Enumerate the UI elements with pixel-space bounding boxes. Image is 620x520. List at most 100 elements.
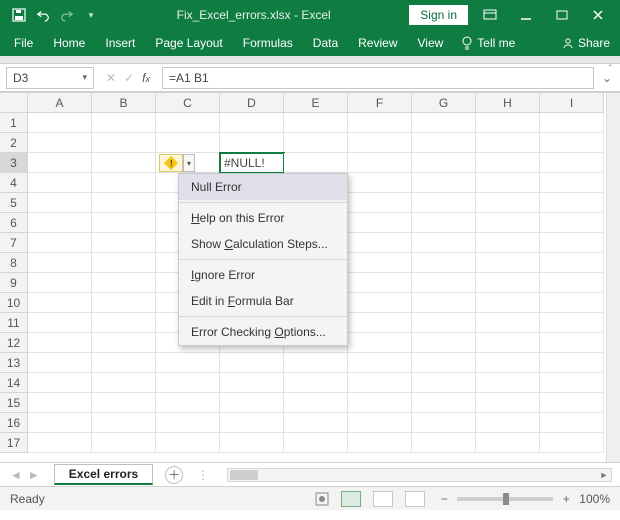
chevron-down-icon[interactable]: ▾ (82, 72, 87, 83)
app-name: Excel (301, 8, 330, 22)
column-header[interactable]: H (476, 93, 540, 113)
scroll-thumb[interactable] (230, 470, 258, 480)
cancel-formula-icon[interactable]: ✕ (106, 71, 116, 85)
row-header[interactable]: 12 (0, 333, 28, 353)
minimize-icon[interactable] (512, 0, 540, 30)
tab-insert[interactable]: Insert (95, 30, 145, 56)
zoom-control: − + 100% (437, 492, 610, 506)
menu-item-error-checking-options[interactable]: Error Checking Options... (179, 319, 347, 345)
select-all-corner[interactable] (0, 93, 28, 113)
row-header[interactable]: 9 (0, 273, 28, 293)
tell-me-label: Tell me (477, 36, 515, 50)
row-header[interactable]: 7 (0, 233, 28, 253)
maximize-icon[interactable] (548, 0, 576, 30)
row-header[interactable]: 6 (0, 213, 28, 233)
column-header[interactable]: D (220, 93, 284, 113)
menu-item-show-calc-steps[interactable]: Show Calculation Steps... (179, 231, 347, 257)
ribbon-display-options-icon[interactable] (476, 0, 504, 30)
column-header[interactable]: C (156, 93, 220, 113)
column-header[interactable]: A (28, 93, 92, 113)
formula-bar-buttons: ✕ ✓ fx (100, 71, 156, 85)
title-bar: ▾ Fix_Excel_errors.xlsx - Excel Sign in (0, 0, 620, 30)
formula-bar-input[interactable]: =A1 B1 (162, 67, 594, 89)
share-label: Share (578, 36, 610, 50)
undo-icon[interactable] (36, 8, 50, 22)
menu-item-ignore-error[interactable]: Ignore Error (179, 262, 347, 288)
tab-formulas[interactable]: Formulas (233, 30, 303, 56)
ribbon-collapse-icon[interactable]: ˇ (609, 64, 612, 75)
share-button[interactable]: Share (552, 36, 620, 50)
insert-function-icon[interactable]: fx (142, 71, 150, 85)
menu-item-help-on-error[interactable]: Help on this Error (179, 205, 347, 231)
row-header[interactable]: 5 (0, 193, 28, 213)
row-header[interactable]: 15 (0, 393, 28, 413)
lightbulb-icon (461, 36, 473, 50)
column-headers: A B C D E F G H I (28, 93, 606, 113)
name-box-value: D3 (13, 71, 28, 85)
error-trace-button[interactable]: ! (159, 154, 183, 172)
tab-review[interactable]: Review (348, 30, 407, 56)
column-header[interactable]: I (540, 93, 604, 113)
scroll-right-icon[interactable]: ► (597, 469, 611, 481)
row-header[interactable]: 8 (0, 253, 28, 273)
redo-icon[interactable] (60, 8, 74, 22)
sign-in-button[interactable]: Sign in (409, 5, 468, 25)
tab-data[interactable]: Data (303, 30, 348, 56)
menu-item-label: Show Calculation Steps... (191, 237, 328, 251)
view-page-break-icon[interactable] (405, 491, 425, 507)
tell-me[interactable]: Tell me (453, 36, 523, 50)
column-header[interactable]: E (284, 93, 348, 113)
formula-value: =A1 B1 (169, 71, 209, 85)
sheet-tab-active[interactable]: Excel errors (54, 464, 153, 485)
row-header[interactable]: 2 (0, 133, 28, 153)
vertical-scrollbar[interactable] (606, 93, 620, 462)
name-box[interactable]: D3 ▾ (6, 67, 94, 89)
menu-item-label: Edit in Formula Bar (191, 294, 294, 308)
menu-separator (179, 259, 347, 260)
sheet-prev-icon[interactable]: ◄ (10, 468, 22, 482)
horizontal-scrollbar[interactable]: ◄ ► (227, 468, 612, 482)
qat-customize-icon[interactable]: ▾ (84, 8, 98, 22)
menu-item-edit-formula-bar[interactable]: Edit in Formula Bar (179, 288, 347, 314)
column-header[interactable]: B (92, 93, 156, 113)
sheet-nav: ◄ ► (0, 468, 50, 482)
view-page-layout-icon[interactable] (373, 491, 393, 507)
status-mode: Ready (10, 492, 45, 506)
row-header[interactable]: 13 (0, 353, 28, 373)
close-icon[interactable] (584, 0, 612, 30)
menu-item-label: Error Checking Options... (191, 325, 326, 339)
tab-home[interactable]: Home (43, 30, 95, 56)
column-header[interactable]: F (348, 93, 412, 113)
view-normal-icon[interactable] (341, 491, 361, 507)
row-header[interactable]: 11 (0, 313, 28, 333)
record-macro-icon[interactable] (315, 492, 329, 506)
zoom-out-button[interactable]: − (437, 492, 451, 506)
error-trace-dropdown[interactable]: ▾ (183, 154, 195, 172)
error-context-menu: Null Error Help on this Error Show Calcu… (178, 173, 348, 346)
sheet-tab-divider: ⋮ (189, 468, 209, 482)
zoom-value[interactable]: 100% (579, 492, 610, 506)
zoom-in-button[interactable]: + (559, 492, 573, 506)
row-header[interactable]: 1 (0, 113, 28, 133)
window-title: Fix_Excel_errors.xlsx - Excel (98, 8, 409, 22)
tab-page-layout[interactable]: Page Layout (145, 30, 232, 56)
new-sheet-button[interactable]: ＋ (165, 466, 183, 484)
row-header[interactable]: 16 (0, 413, 28, 433)
tab-file[interactable]: File (4, 30, 43, 56)
sheet-next-icon[interactable]: ► (28, 468, 40, 482)
menu-item-null-error[interactable]: Null Error (179, 174, 347, 200)
row-header[interactable]: 17 (0, 433, 28, 453)
row-header[interactable]: 10 (0, 293, 28, 313)
cell-D3[interactable]: #NULL! (220, 153, 284, 173)
status-bar: Ready − + 100% (0, 486, 620, 510)
zoom-slider[interactable] (457, 497, 553, 501)
enter-formula-icon[interactable]: ✓ (124, 71, 134, 85)
zoom-handle[interactable] (503, 493, 509, 505)
menu-separator (179, 202, 347, 203)
row-header[interactable]: 3 (0, 153, 28, 173)
tab-view[interactable]: View (408, 30, 454, 56)
column-header[interactable]: G (412, 93, 476, 113)
row-header[interactable]: 14 (0, 373, 28, 393)
row-header[interactable]: 4 (0, 173, 28, 193)
save-icon[interactable] (12, 8, 26, 22)
